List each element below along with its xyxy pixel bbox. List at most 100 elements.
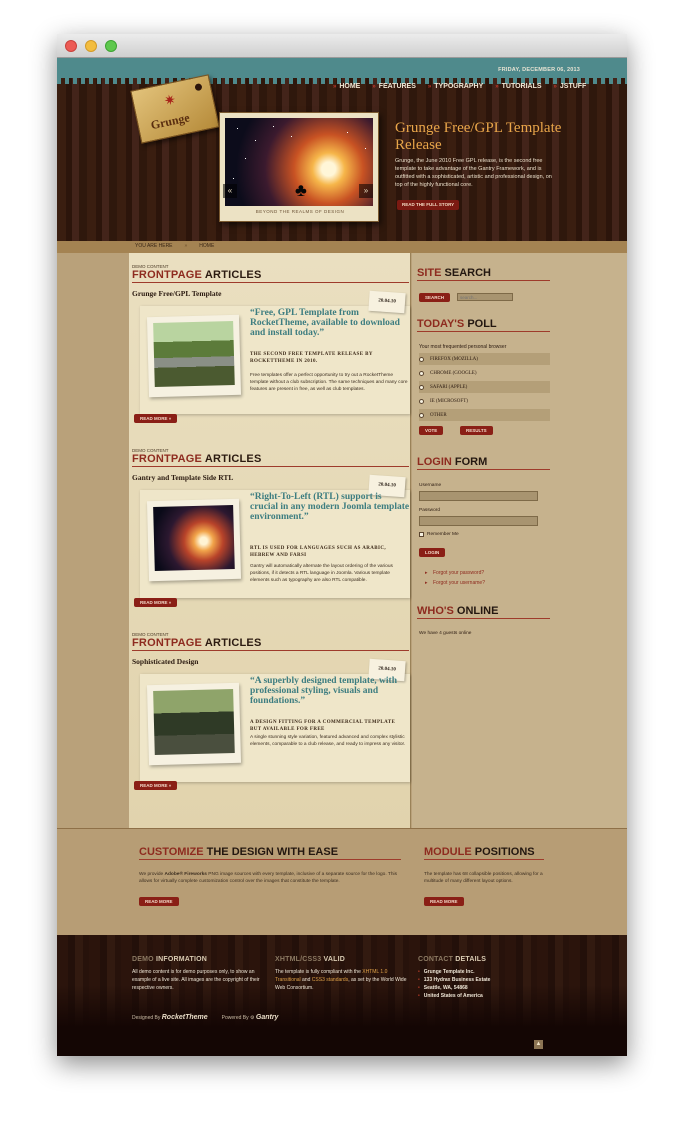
valid-title: XHTML/CSS3 VALID: [275, 956, 345, 963]
title-highlight: TODAY'S: [417, 318, 465, 330]
nav-typography[interactable]: » TYPOGRAPHY: [428, 83, 483, 90]
current-date: FRIDAY, DECEMBER 06, 2013: [498, 67, 580, 73]
bullet-icon: ▸: [425, 570, 428, 576]
contact-text: 133 Hydrax Business Estate: [423, 977, 491, 983]
slide-prev-button[interactable]: «: [223, 184, 237, 198]
valid-text: The template is fully compliant with the…: [275, 968, 409, 992]
article-photo[interactable]: [146, 498, 242, 582]
poll-option[interactable]: IE (MICROSOFT): [419, 395, 550, 407]
title-dim: DEMO: [132, 956, 154, 963]
breadcrumb-home[interactable]: HOME: [199, 243, 214, 249]
contact-line: • United States of America: [418, 992, 490, 1000]
nav-tutorials[interactable]: » TUTORIALS: [495, 83, 541, 90]
contact-line: • Seattle, WA, 54868: [418, 984, 490, 992]
remember-me[interactable]: Remember Me: [419, 532, 459, 537]
title-text: INFORMATION: [155, 956, 208, 963]
bullet-icon: •: [418, 977, 420, 983]
rockettheme-logo: RocketTheme: [161, 1014, 208, 1021]
night-sky-image: [153, 504, 235, 572]
article-title[interactable]: Grunge Free/GPL Template: [132, 289, 409, 298]
search-input[interactable]: [457, 293, 513, 301]
slide-next-button[interactable]: »: [359, 184, 373, 198]
credit-label: Powered By: [221, 1015, 249, 1021]
contact-line: • Grunge Template Inc.: [418, 968, 490, 976]
article-card: 20.04.10 “Right-To-Left (RTL) support is…: [140, 474, 410, 598]
article-subtitle: A DESIGN FITTING FOR A COMMERCIAL TEMPLA…: [250, 720, 396, 732]
contact-line: • 133 Hydrax Business Estate: [418, 976, 490, 984]
radio-button[interactable]: [419, 412, 424, 418]
article-quote: “Free, GPL Template from RocketTheme, av…: [250, 308, 400, 338]
vote-button[interactable]: VOTE: [419, 426, 444, 435]
nav-label: TUTORIALS: [501, 83, 542, 90]
powered-by[interactable]: Powered By ⚙ Gantry: [222, 1014, 279, 1021]
read-full-story-button[interactable]: READ THE FULL STORY: [397, 200, 460, 210]
article-quote: “A superbly designed template, with prof…: [250, 676, 397, 706]
title-highlight: SITE: [417, 267, 442, 279]
article-heading: FRONTPAGE ARTICLES: [132, 453, 409, 467]
results-button[interactable]: RESULTS: [460, 426, 493, 435]
title-text: VALID: [323, 956, 345, 963]
title-text: SEARCH: [444, 267, 491, 279]
radio-button[interactable]: [419, 384, 424, 390]
search-button[interactable]: SEARCH: [419, 293, 451, 302]
forgot-password-link[interactable]: Forgot your password?: [433, 570, 484, 576]
login-button[interactable]: LOGIN: [419, 548, 446, 557]
radio-button[interactable]: [419, 370, 424, 376]
article-subtitle: THE SECOND FREE TEMPLATE RELEASE BY ROCK…: [250, 352, 373, 364]
forgot-username-link[interactable]: Forgot your username?: [433, 580, 485, 586]
bullet-icon: •: [418, 993, 420, 999]
poll-module-title: TODAY'S POLL: [417, 318, 550, 332]
customize-read-more-button[interactable]: READ MORE: [139, 897, 179, 906]
title-highlight: CUSTOMIZE: [139, 846, 204, 858]
article-title[interactable]: Sophisticated Design: [132, 657, 409, 666]
module-read-more-button[interactable]: READ MORE: [424, 897, 464, 906]
main-content: DEMO CONTENT FRONTPAGE ARTICLES Grunge F…: [129, 253, 411, 828]
remember-checkbox[interactable]: [419, 532, 424, 537]
article-photo[interactable]: [146, 314, 242, 398]
online-module-title: WHO'S ONLINE: [417, 605, 550, 619]
read-more-button[interactable]: READ MORE »: [134, 598, 178, 607]
read-more-button[interactable]: READ MORE »: [134, 781, 178, 790]
logo-text: Grunge: [149, 110, 191, 133]
poll-option[interactable]: OTHER: [419, 409, 550, 421]
article-title[interactable]: Gantry and Template Side RTL: [132, 473, 409, 482]
tree-silhouette-icon: ♣: [295, 180, 307, 200]
nav-jstuff[interactable]: » JSTUFF: [554, 83, 587, 90]
poll-option[interactable]: CHROME (GOOGLE): [419, 367, 550, 379]
password-input[interactable]: [419, 516, 538, 526]
designed-by[interactable]: Designed By RocketTheme: [132, 1014, 208, 1021]
poll-option[interactable]: FIREFOX (MOZILLA): [419, 353, 550, 365]
article-subtitle: RTL IS USED FOR LANGUAGES SUCH AS ARABIC…: [250, 546, 386, 558]
module-positions-title: MODULE POSITIONS: [424, 846, 544, 860]
article-1: DEMO CONTENT FRONTPAGE ARTICLES Grunge F…: [132, 264, 410, 432]
nav-home[interactable]: » HOME: [333, 83, 360, 90]
username-input[interactable]: [419, 491, 538, 501]
article-body: Free templates offer a perfect opportuni…: [250, 373, 408, 392]
gear-icon: ⚙: [250, 1015, 255, 1021]
contact-text: Grunge Template Inc.: [423, 969, 475, 975]
radio-button[interactable]: [419, 356, 424, 362]
css3-link[interactable]: CSS3 standards: [312, 977, 348, 983]
module-positions-text: The template has 68 collapsible position…: [424, 872, 543, 884]
poll-option-label: SAFARI (APPLE): [430, 384, 468, 390]
text-emphasis: Adobe® Fireworks: [164, 872, 207, 877]
article-card: 20.04.10 “Free, GPL Template from Rocket…: [140, 290, 410, 414]
nav-features[interactable]: » FEATURES: [372, 83, 416, 90]
article-photo[interactable]: [146, 682, 242, 766]
feature-title: Grunge Free/GPL Template Release: [395, 120, 562, 153]
article-2: DEMO CONTENT FRONTPAGE ARTICLES Gantry a…: [132, 448, 410, 616]
online-count: We have 4 guests online: [419, 631, 472, 636]
poll-question: Your most frequented personal browser: [419, 344, 507, 350]
contact-text: Seattle, WA, 54868: [423, 985, 468, 991]
article-heading: FRONTPAGE ARTICLES: [132, 269, 409, 283]
poll-option-label: FIREFOX (MOZILLA): [430, 356, 478, 362]
radio-button[interactable]: [419, 398, 424, 404]
heading-text: ARTICLES: [204, 269, 262, 281]
showcase-slide[interactable]: ♣ BEYOND THE REALMS OF DESIGN: [219, 112, 379, 222]
poll-option[interactable]: SAFARI (APPLE): [419, 381, 550, 393]
login-module-title: LOGIN FORM: [417, 456, 550, 470]
article-3: DEMO CONTENT FRONTPAGE ARTICLES Sophisti…: [132, 632, 410, 800]
back-to-top-button[interactable]: ▲: [534, 1040, 543, 1049]
read-more-button[interactable]: READ MORE »: [134, 414, 178, 423]
article-heading: FRONTPAGE ARTICLES: [132, 637, 409, 651]
